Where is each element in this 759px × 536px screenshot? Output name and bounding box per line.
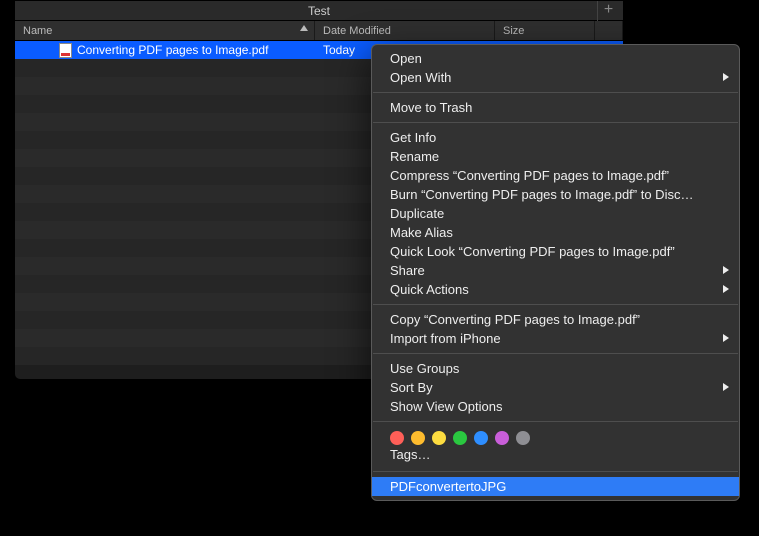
menu-separator — [373, 421, 738, 422]
sort-ascending-icon — [300, 25, 308, 31]
menu-separator — [373, 304, 738, 305]
menu-item[interactable]: Open — [372, 49, 739, 68]
tag-color-icon[interactable] — [453, 431, 467, 445]
window-titlebar: Test — [15, 1, 623, 21]
tag-color-icon[interactable] — [411, 431, 425, 445]
column-headers: Name Date Modified Size — [15, 21, 623, 41]
menu-item[interactable]: Share — [372, 261, 739, 280]
tag-color-icon[interactable] — [516, 431, 530, 445]
submenu-arrow-icon — [723, 334, 729, 342]
menu-separator — [373, 92, 738, 93]
column-header-date-label: Date Modified — [323, 25, 391, 37]
new-tab-button[interactable] — [597, 1, 619, 21]
submenu-arrow-icon — [723, 73, 729, 81]
menu-item[interactable]: Make Alias — [372, 223, 739, 242]
file-date-label: Today — [323, 43, 355, 57]
menu-item[interactable]: Duplicate — [372, 204, 739, 223]
menu-item[interactable]: Rename — [372, 147, 739, 166]
tag-color-icon[interactable] — [432, 431, 446, 445]
menu-item[interactable]: Use Groups — [372, 359, 739, 378]
submenu-arrow-icon — [723, 383, 729, 391]
menu-separator — [373, 122, 738, 123]
menu-separator — [373, 353, 738, 354]
tags-label[interactable]: Tags… — [372, 447, 739, 466]
submenu-arrow-icon — [723, 266, 729, 274]
file-name-label: Converting PDF pages to Image.pdf — [77, 43, 268, 57]
menu-item[interactable]: Sort By — [372, 378, 739, 397]
menu-item[interactable]: Import from iPhone — [372, 329, 739, 348]
menu-item[interactable]: Compress “Converting PDF pages to Image.… — [372, 166, 739, 185]
column-header-extra[interactable] — [595, 21, 623, 40]
menu-item[interactable]: Quick Actions — [372, 280, 739, 299]
column-header-name-label: Name — [23, 25, 52, 37]
tag-color-icon[interactable] — [474, 431, 488, 445]
menu-item[interactable]: Quick Look “Converting PDF pages to Imag… — [372, 242, 739, 261]
column-header-size-label: Size — [503, 25, 524, 37]
tag-color-icon[interactable] — [495, 431, 509, 445]
menu-item[interactable]: Get Info — [372, 128, 739, 147]
tag-color-icon[interactable] — [390, 431, 404, 445]
menu-item[interactable]: Show View Options — [372, 397, 739, 416]
menu-separator — [373, 471, 738, 472]
tags-row — [372, 427, 739, 447]
file-name-cell: Converting PDF pages to Image.pdf — [15, 43, 315, 58]
column-header-date[interactable]: Date Modified — [315, 21, 495, 40]
column-header-name[interactable]: Name — [15, 21, 315, 40]
column-header-size[interactable]: Size — [495, 21, 595, 40]
menu-item[interactable]: Burn “Converting PDF pages to Image.pdf”… — [372, 185, 739, 204]
window-title: Test — [308, 4, 330, 18]
menu-item-service[interactable]: PDFconvertertoJPG — [372, 477, 739, 496]
menu-item[interactable]: Open With — [372, 68, 739, 87]
menu-item[interactable]: Copy “Converting PDF pages to Image.pdf” — [372, 310, 739, 329]
submenu-arrow-icon — [723, 285, 729, 293]
menu-item[interactable]: Move to Trash — [372, 98, 739, 117]
context-menu: OpenOpen With Move to Trash Get InfoRename… — [371, 44, 740, 501]
pdf-file-icon — [59, 43, 72, 58]
